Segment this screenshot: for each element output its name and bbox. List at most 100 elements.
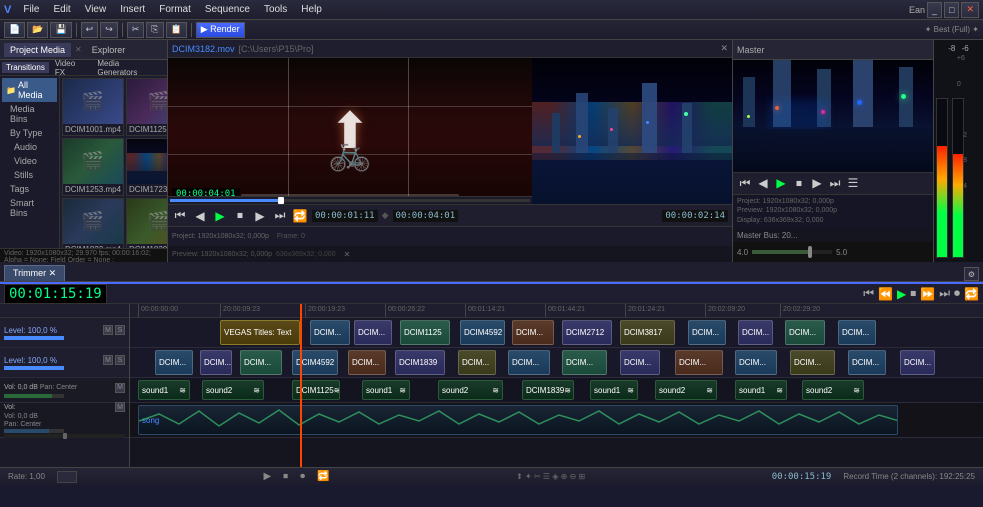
clip-v2-13[interactable]: DCIM... [790,350,835,375]
save-btn[interactable]: 💾 [50,22,71,38]
music-mute[interactable]: M [115,402,125,412]
secondary-preview-window[interactable] [532,58,732,204]
copy-btn[interactable]: ⎘ [146,22,163,38]
tl-go-end[interactable]: ⏭ [939,286,950,301]
maximize-btn[interactable]: □ [944,2,959,18]
clip-a1-6[interactable]: DCIM1839 ≋ [522,380,574,400]
track-lane-video1[interactable]: VEGAS Titles: Text DCIM... DCIM... DCIM1… [130,318,983,348]
tl-loop[interactable]: 🔁 [964,287,979,301]
open-btn[interactable]: 📂 [27,22,48,38]
track1-mute[interactable]: M [103,325,113,335]
clip-v1-9[interactable]: DCIM... [738,320,773,345]
preview-scrubber[interactable] [168,196,532,204]
track-lane-audio1[interactable]: sound1 ≋ sound2 ≋ DCIM1125 ≋ sound1 ≋ so… [130,378,983,403]
go-end-btn[interactable]: ⏭ [272,208,288,223]
playhead[interactable] [300,304,302,317]
scrubber-track[interactable] [170,199,530,202]
clip-v1-5[interactable]: DCIM... [512,320,554,345]
clip-a1-8[interactable]: sound2 ≋ [655,380,717,400]
track1-solo[interactable]: S [115,325,125,335]
monitor-close[interactable]: ✕ [720,43,728,54]
sb-record-btn[interactable]: ⏺ [300,471,305,482]
audio1-mute[interactable]: M [115,383,125,393]
menu-view[interactable]: View [79,4,113,15]
clip-v2-3[interactable]: DCIM... [240,350,282,375]
tab-explorer[interactable]: Explorer [86,43,132,57]
clip-v1-1[interactable]: DCIM... [310,320,350,345]
minimize-btn[interactable]: _ [927,2,942,18]
tree-item-bytype[interactable]: By Type [2,126,57,140]
clip-v1-2[interactable]: DCIM... [354,320,392,345]
clip-a1-7[interactable]: sound1 ≋ [590,380,638,400]
paste-btn[interactable]: 📋 [166,22,187,38]
tl-prev[interactable]: ⏪ [878,287,893,301]
clip-v2-5[interactable]: DCIM... [348,350,386,375]
media-item-2[interactable]: 🎬 DCIM1253.mp4 [62,138,124,196]
clip-v1-7[interactable]: DCIM3817 [620,320,675,345]
go-start-btn[interactable]: ⏮ [172,208,188,223]
clip-v2-12[interactable]: DCIM... [735,350,777,375]
media-item-5[interactable]: 🎬 DCIM1839.mp4 [126,198,167,248]
clip-v2-2[interactable]: DCIM... [200,350,232,375]
tab-close[interactable]: ✕ [75,45,82,54]
timeline-settings-btn[interactable]: ⚙ [964,267,979,281]
clip-v2-14[interactable]: DCIM... [848,350,886,375]
subtab-transitions[interactable]: Transitions [2,62,49,73]
clip-v2-15[interactable]: DCIM... [900,350,935,375]
tl-record[interactable]: ⏺ [954,286,960,301]
menu-file[interactable]: File [17,4,45,15]
play-btn[interactable]: ▶ [212,209,228,223]
tree-item-tags[interactable]: Tags [2,182,57,196]
media-item-4[interactable]: 🎬 DCIM1823.mp4 [62,198,124,248]
video-preview-close[interactable]: ✕ [344,250,351,259]
close-btn[interactable]: ✕ [961,2,979,18]
timeline-tab[interactable]: Trimmer ✕ [4,265,65,281]
menu-tools[interactable]: Tools [258,4,293,15]
tl-next[interactable]: ⏩ [920,287,935,301]
tree-item-bins[interactable]: Media Bins [2,102,57,126]
sb-loop-btn[interactable]: 🔁 [317,471,329,482]
audio1-vol-slider[interactable] [4,394,64,398]
tl-play[interactable]: ▶ [897,287,906,301]
menu-sequence[interactable]: Sequence [199,4,256,15]
track2-solo[interactable]: S [115,355,125,365]
clip-v1-8[interactable]: DCIM... [688,320,726,345]
tree-item-stills[interactable]: Stills [2,168,57,182]
program-monitor-preview[interactable] [733,60,933,172]
pan-slider[interactable] [4,434,125,438]
track-lane-music[interactable]: song [130,403,983,438]
clip-music[interactable]: song [138,405,898,435]
tree-item-audio[interactable]: Audio [2,140,57,154]
tab-project-media[interactable]: Project Media [4,43,71,57]
prog-list[interactable]: ☰ [845,176,861,190]
clip-v2-1[interactable]: DCIM... [155,350,193,375]
tree-item-smartbins[interactable]: Smart Bins [2,196,57,220]
clip-title[interactable]: VEGAS Titles: Text [220,320,300,345]
clip-v2-10[interactable]: DCIM... [620,350,660,375]
media-item-3[interactable]: DCIM1723.mp4 [126,138,167,196]
menu-format[interactable]: Format [153,4,197,15]
sb-play-btn[interactable]: ▶ [263,471,271,482]
menu-edit[interactable]: Edit [47,4,76,15]
subtab-videofx[interactable]: Video FX [51,58,92,78]
prog-play[interactable]: ▶ [773,176,789,190]
subtab-mediagen[interactable]: Media Generators [93,58,165,78]
clip-a1-5[interactable]: sound2 ≋ [438,380,503,400]
stop-btn[interactable]: ⏹ [232,208,248,223]
tree-item-video[interactable]: Video [2,154,57,168]
rate-input[interactable] [57,471,77,483]
clip-v1-4[interactable]: DCIM4592 [460,320,505,345]
clip-a1-9[interactable]: sound1 ≋ [735,380,787,400]
prog-go-start[interactable]: ⏮ [737,176,753,191]
redo-btn[interactable]: ↪ [100,22,118,38]
track2-mute[interactable]: M [103,355,113,365]
fader-handle[interactable] [808,246,812,258]
clip-v1-3[interactable]: DCIM1125 [400,320,450,345]
tl-stop[interactable]: ⏹ [910,286,916,301]
clip-v2-8[interactable]: DCIM... [508,350,550,375]
menu-help[interactable]: Help [295,4,328,15]
prog-go-end[interactable]: ⏭ [827,176,843,191]
scrubber-handle[interactable] [278,197,284,204]
new-btn[interactable]: 📄 [4,22,25,38]
prog-prev-frame[interactable]: ◀ [755,176,771,190]
